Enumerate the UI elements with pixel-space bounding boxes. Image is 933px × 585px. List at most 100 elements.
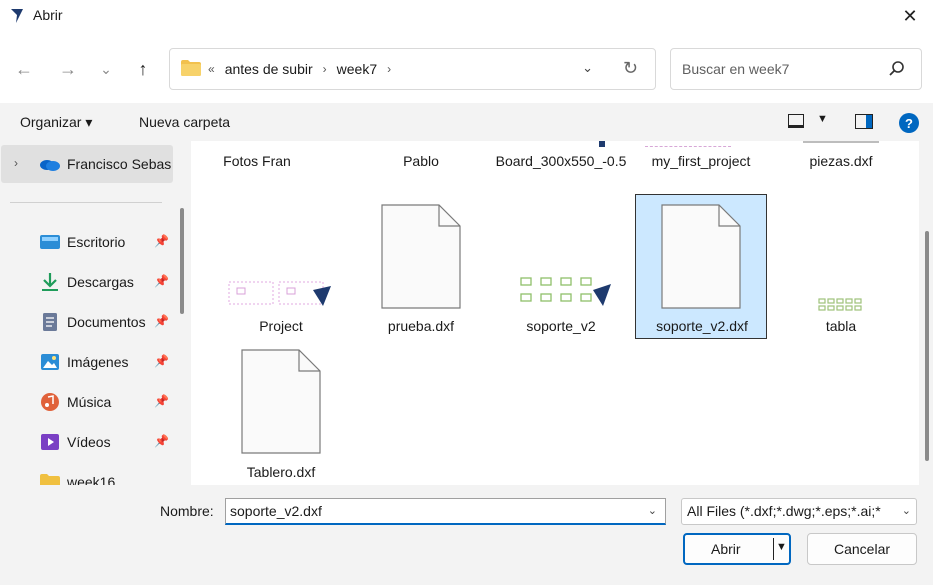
refresh-icon[interactable]: ↻ (623, 58, 638, 79)
sidebar-item-descargas[interactable]: Descargas 📌 (0, 264, 172, 300)
forward-button[interactable]: → (56, 57, 80, 81)
breadcrumb: « antes de subir › week7 › (208, 61, 401, 77)
up-button[interactable]: ↑ (131, 57, 155, 81)
sidebar-item-label: Descargas (67, 274, 134, 290)
documents-icon (43, 313, 57, 331)
file-name: prueba.dxf (387, 318, 455, 334)
sidebar-item-week16[interactable]: week16 (0, 464, 172, 485)
file-type-select[interactable]: All Files (*.dxf;*.dwg;*.eps;*.ai;* ⌄ (681, 498, 917, 525)
breadcrumb-item[interactable]: antes de subir (225, 61, 313, 77)
new-folder-button[interactable]: Nueva carpeta (139, 114, 230, 130)
file-item[interactable]: Fotos Fran (191, 141, 323, 193)
file-item[interactable]: piezas.dxf (775, 141, 907, 193)
breadcrumb-overflow[interactable]: « (208, 62, 215, 76)
shortcut-arrow-icon (599, 141, 605, 147)
sidebar-item-label: Imágenes (67, 354, 129, 370)
videos-icon (41, 434, 59, 450)
close-icon: ✕ (902, 6, 918, 26)
pictures-icon (41, 354, 59, 370)
document-icon (241, 349, 321, 454)
address-dropdown-icon[interactable]: ⌄ (582, 60, 593, 76)
search-input[interactable] (672, 50, 872, 88)
close-button[interactable]: ✕ (887, 0, 933, 33)
sidebar-item-documentos[interactable]: Documentos 📌 (0, 304, 172, 340)
breadcrumb-item[interactable]: week7 (337, 61, 377, 77)
open-options-dropdown-icon[interactable]: ▼ (776, 541, 787, 553)
file-name: piezas.dxf (809, 153, 873, 169)
sidebar-divider (10, 202, 162, 203)
file-name: Board_300x550_-0.5 (495, 153, 627, 169)
pin-icon[interactable]: 📌 (154, 234, 169, 248)
chevron-right-icon[interactable]: › (14, 156, 18, 170)
sidebar-item-label: week16 (67, 474, 116, 485)
arrow-up-icon: ↑ (138, 58, 148, 79)
document-icon (661, 204, 741, 309)
pin-icon[interactable]: 📌 (154, 434, 169, 448)
filename-combobox[interactable]: ⌄ (225, 498, 666, 525)
filename-label: Nombre: (160, 503, 214, 519)
pin-icon[interactable]: 📌 (154, 394, 169, 408)
sidebar-item-imagenes[interactable]: Imágenes 📌 (0, 344, 172, 380)
download-icon (42, 273, 58, 291)
recent-locations-button[interactable]: ⌄ (94, 57, 118, 81)
breadcrumb-separator-icon[interactable]: › (323, 62, 327, 76)
dxf-thumbnail-icon (228, 281, 331, 306)
pin-icon[interactable]: 📌 (154, 314, 169, 328)
dialog-footer: Nombre: ⌄ All Files (*.dxf;*.dwg;*.eps;*… (0, 485, 933, 585)
file-name: Pablo (403, 153, 439, 169)
file-name: my_first_project (651, 153, 751, 169)
sidebar-item-label: Francisco Sebas (67, 156, 172, 172)
file-item[interactable]: my_first_project (635, 141, 767, 193)
breadcrumb-separator-icon[interactable]: › (387, 62, 391, 76)
chevron-down-icon[interactable]: ⌄ (902, 504, 911, 517)
music-icon (41, 393, 59, 411)
file-item[interactable]: Project (215, 196, 347, 341)
pin-icon[interactable]: 📌 (154, 274, 169, 288)
open-button[interactable]: Abrir ▼ (683, 533, 791, 565)
folder-icon (181, 60, 201, 76)
split-divider (773, 538, 774, 560)
pin-icon[interactable]: 📌 (154, 354, 169, 368)
file-item[interactable]: Board_300x550_-0.5 (495, 141, 627, 193)
file-item[interactable]: prueba.dxf (355, 196, 487, 341)
sidebar-item-label: Vídeos (67, 434, 111, 450)
folder-icon (40, 474, 60, 485)
arrow-right-icon: → (59, 58, 77, 79)
command-bar: Organizar ▾ Nueva carpeta ▼ ? (0, 103, 933, 141)
file-item[interactable]: Tablero.dxf (215, 343, 347, 483)
file-name: soporte_v2.dxf (656, 318, 748, 334)
sidebar-item-label: Música (67, 394, 112, 410)
file-item[interactable]: soporte_v2 (495, 196, 627, 341)
chevron-down-icon: ⌄ (100, 60, 112, 77)
desktop-icon (40, 235, 60, 249)
sidebar-item-onedrive[interactable]: › Francisco Sebas (1, 145, 173, 183)
file-type-selected: All Files (*.dxf;*.dwg;*.eps;*.ai;* (687, 503, 881, 519)
sidebar-item-escritorio[interactable]: Escritorio 📌 (0, 224, 172, 260)
search-icon[interactable] (888, 60, 906, 78)
file-item[interactable]: tabla (775, 196, 907, 341)
view-mode-icon[interactable] (788, 114, 804, 128)
file-name: Project (259, 318, 303, 334)
onedrive-cloud-icon (40, 160, 60, 171)
sidebar-scrollbar[interactable] (180, 208, 184, 314)
preview-pane-icon[interactable] (855, 114, 873, 129)
document-icon (381, 204, 461, 309)
sidebar-item-musica[interactable]: Música 📌 (0, 384, 172, 420)
sidebar-item-videos[interactable]: Vídeos 📌 (0, 424, 172, 460)
filename-input[interactable] (226, 499, 636, 523)
file-name: Tablero.dxf (246, 464, 316, 480)
dxf-thumbnail-icon (818, 298, 862, 311)
back-button[interactable]: ← (12, 57, 36, 81)
view-dropdown-icon[interactable]: ▼ (817, 113, 828, 125)
organize-menu[interactable]: Organizar ▾ (20, 114, 92, 131)
chevron-down-icon[interactable]: ⌄ (648, 504, 657, 517)
cancel-button[interactable]: Cancelar (807, 533, 917, 565)
file-list-scrollbar[interactable] (925, 231, 929, 461)
file-item-selected[interactable]: soporte_v2.dxf (635, 194, 767, 339)
document-icon (803, 141, 879, 143)
help-icon[interactable]: ? (899, 113, 919, 133)
address-bar[interactable]: « antes de subir › week7 › ⌄ ↻ (169, 48, 656, 90)
file-item[interactable]: Pablo (355, 141, 487, 193)
dxf-thumbnail-icon (520, 277, 611, 306)
search-box[interactable] (670, 48, 922, 90)
